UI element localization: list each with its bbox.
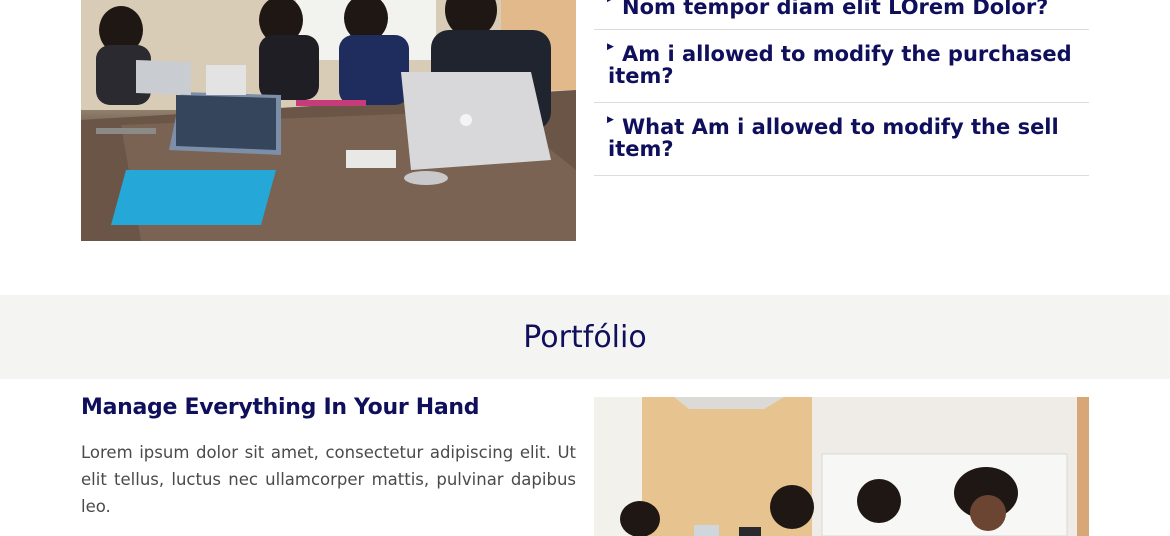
faq-question[interactable]: Am i allowed to modify the purchased ite… bbox=[608, 43, 1089, 87]
caret-right-icon: ▶ bbox=[607, 42, 614, 52]
feature-title: Manage Everything In Your Hand bbox=[81, 395, 480, 420]
faq-question[interactable]: What Am i allowed to modify the sell ite… bbox=[608, 116, 1089, 160]
faq-item[interactable]: ▶ Nom tempor diam elit LOrem Dolor? bbox=[594, 0, 1089, 30]
portfolio-band: Portfólio bbox=[0, 295, 1170, 379]
caret-right-icon: ▶ bbox=[607, 115, 614, 125]
meeting-photo bbox=[81, 0, 576, 241]
faq-question[interactable]: Nom tempor diam elit LOrem Dolor? bbox=[608, 0, 1089, 18]
caret-right-icon: ▶ bbox=[607, 0, 614, 4]
portfolio-heading: Portfólio bbox=[523, 319, 647, 355]
feature-body: Lorem ipsum dolor sit amet, consectetur … bbox=[81, 443, 576, 516]
faq-item[interactable]: ▶ Am i allowed to modify the purchased i… bbox=[594, 30, 1089, 103]
team-photo bbox=[594, 397, 1089, 536]
faq-item[interactable]: ▶ What Am i allowed to modify the sell i… bbox=[594, 103, 1089, 176]
faq-list: ▶ Nom tempor diam elit LOrem Dolor? ▶ Am… bbox=[594, 0, 1089, 176]
